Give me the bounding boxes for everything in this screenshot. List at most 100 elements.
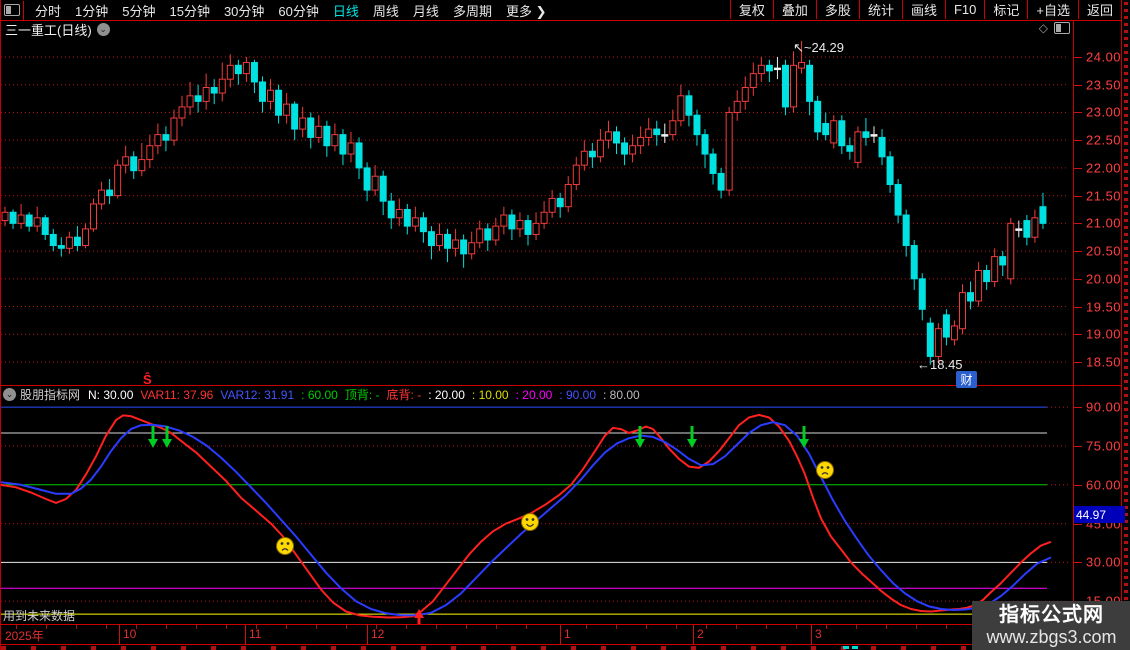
candle (718, 173, 724, 190)
candle (10, 212, 16, 223)
candle (573, 165, 579, 184)
candle (58, 246, 64, 249)
candle (847, 146, 853, 152)
minor-tick (616, 625, 617, 629)
tool-item-9[interactable]: 返回 (1078, 0, 1121, 19)
minor-tick (286, 625, 287, 629)
menu-item-7[interactable]: 日线 (326, 1, 366, 20)
candle (163, 135, 169, 141)
candle (219, 79, 225, 93)
candle (187, 96, 193, 107)
price-tick (1074, 251, 1082, 252)
tool-item-5[interactable]: 画线 (902, 0, 945, 19)
candle (541, 212, 547, 223)
tool-item-8[interactable]: +自选 (1027, 0, 1078, 19)
indicator-chart[interactable] (1, 403, 1073, 624)
minor-tick (796, 625, 797, 629)
menu-item-9[interactable]: 月线 (406, 1, 446, 20)
candle (646, 129, 652, 137)
price-label: 22.50 (1086, 133, 1121, 148)
menu-item-8[interactable]: 周线 (366, 1, 406, 20)
date-label: 12 (371, 627, 384, 641)
candlestick-chart[interactable]: ↖~24.29←18.45Ŝ (1, 38, 1073, 385)
clipped-cyan-mark (843, 646, 849, 649)
candle (734, 101, 740, 112)
candle (517, 221, 523, 229)
minor-tick (76, 625, 77, 629)
menu-item-10[interactable]: 多周期 (446, 1, 499, 20)
indicator-param-4: : 60.00 (301, 388, 338, 402)
price-tick (1074, 57, 1082, 58)
candle (992, 257, 998, 282)
indicator-param-5: 顶背: - (345, 386, 380, 403)
indicator-name: 股朋指标网 (20, 386, 80, 403)
chevron-down-icon[interactable]: ⌄ (97, 23, 110, 36)
candle (919, 279, 925, 309)
candle (710, 154, 716, 173)
candle (605, 132, 611, 140)
candle (1000, 257, 1006, 265)
price-tick (1074, 112, 1082, 113)
sell-marker: Ŝ (143, 372, 152, 385)
green-down-arrow (148, 426, 158, 448)
indicator-tick (1074, 562, 1082, 563)
menu-item-5[interactable]: 30分钟 (217, 1, 271, 20)
price-label: 21.50 (1086, 188, 1121, 203)
split-panel-icon[interactable] (1054, 22, 1070, 34)
minor-tick (766, 625, 767, 629)
indicator-tick (1074, 407, 1082, 408)
right-collapsed-strip[interactable] (1122, 0, 1130, 650)
menu-item-6[interactable]: 60分钟 (271, 1, 325, 20)
candle (984, 270, 990, 281)
candle (123, 157, 129, 165)
menu-item-1[interactable]: 分时 (28, 1, 68, 20)
candle (903, 215, 909, 245)
candle (863, 132, 869, 138)
indicator-label: 75.00 (1086, 438, 1121, 453)
price-tick (1074, 85, 1082, 86)
menu-item-11[interactable]: 更多 ❯ (499, 1, 554, 20)
candle (976, 270, 982, 300)
candle (935, 329, 941, 357)
candle (509, 215, 515, 229)
axis-frame-line (1073, 20, 1074, 625)
news-badge[interactable]: 财 (956, 371, 977, 388)
menu-item-2[interactable]: 1分钟 (68, 1, 115, 20)
layout-panel-icon[interactable] (1, 1, 24, 20)
candle (815, 101, 821, 131)
candle (42, 218, 48, 235)
price-label: 19.50 (1086, 299, 1121, 314)
indicator-param-8: : 10.00 (472, 388, 509, 402)
period-menu-bar: 分时1分钟5分钟15分钟30分钟60分钟日线周线月线多周期更多 ❯ 复权叠加多股… (1, 0, 1130, 21)
tool-item-2[interactable]: 叠加 (773, 0, 816, 19)
menu-item-3[interactable]: 5分钟 (115, 1, 162, 20)
candle (855, 132, 861, 162)
candle (155, 135, 161, 146)
price-tick (1074, 334, 1082, 335)
minor-tick (46, 625, 47, 629)
tool-item-7[interactable]: 标记 (984, 0, 1027, 19)
date-label: 10 (123, 627, 136, 641)
candle (871, 135, 877, 137)
tool-item-4[interactable]: 统计 (859, 0, 902, 19)
month-divider (119, 625, 120, 645)
indicator-chevron-icon[interactable]: ⌄ (3, 388, 16, 401)
candle (951, 326, 957, 340)
panel-icon (4, 4, 20, 16)
candle (388, 201, 394, 218)
candle (968, 293, 974, 301)
diamond-icon[interactable]: ◇ (1039, 21, 1048, 35)
tool-item-3[interactable]: 多股 (816, 0, 859, 19)
tool-item-1[interactable]: 复权 (730, 0, 773, 19)
menu-item-4[interactable]: 15分钟 (162, 1, 216, 20)
candle (251, 63, 257, 82)
minor-tick (166, 625, 167, 629)
month-divider (367, 625, 368, 645)
candle (380, 176, 386, 201)
date-label: 2 (697, 627, 704, 641)
tool-item-6[interactable]: F10 (945, 0, 984, 19)
candle (131, 157, 137, 171)
candle (750, 74, 756, 88)
candle (412, 218, 418, 226)
candle (453, 240, 459, 248)
